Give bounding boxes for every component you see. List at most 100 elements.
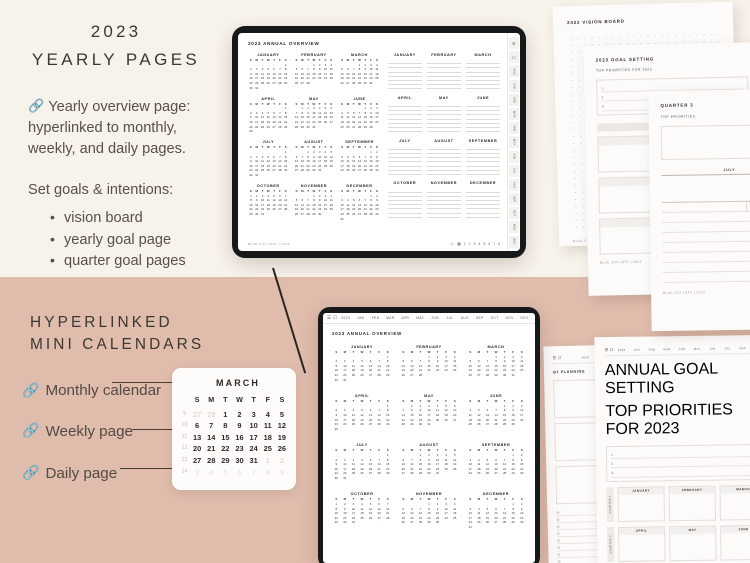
home-icon[interactable]: ☐ (610, 347, 614, 352)
month-notes-column[interactable]: APRIL (387, 96, 422, 133)
calendar-day[interactable]: · (500, 476, 509, 481)
calendar-day[interactable]: · (408, 525, 417, 530)
note-lines[interactable] (387, 146, 422, 175)
note-line[interactable] (426, 128, 461, 133)
calendar-day[interactable]: 15 (408, 413, 417, 418)
month-calendar[interactable]: DECEMBER S M T W T F S · · · · · 1 2 3 4 5 6 7 8 9 10 11 12 13 14 1… (339, 184, 380, 221)
calendar-day[interactable]: · (366, 525, 375, 530)
nav-item-apr[interactable]: APR (399, 316, 412, 320)
calendar-day[interactable]: 2 (425, 453, 434, 458)
menu-icon[interactable]: ☰ (553, 355, 557, 360)
month-day-grid[interactable]: S M T W T F S · · · · · · 1 2 3 4 5 6 7 8 9 10 11 12 13 14 15 16 17 18… (248, 146, 289, 177)
calendar-day[interactable]: 1 (416, 453, 425, 458)
calendar-day[interactable]: 15 (218, 433, 232, 442)
calendar-day[interactable]: 28 (204, 410, 218, 419)
calendar-day[interactable]: · (374, 86, 380, 91)
nav-item-jul[interactable]: JUL (721, 346, 735, 350)
mini-calendar-grid[interactable]: S M T W T F S 9 27 28 1 2 3 4 5 10 6 7 8 9 10 11 12 11 13 14 15 16 1… (179, 395, 289, 477)
note-line[interactable] (387, 214, 422, 218)
note-line[interactable] (465, 128, 500, 133)
calendar-day[interactable]: 4 (204, 468, 218, 477)
note-lines[interactable] (465, 188, 500, 218)
calendar-day[interactable]: · (475, 476, 484, 481)
tab-jun[interactable]: JUN (509, 150, 519, 163)
month-calendar[interactable]: SEPTEMBER S M T W T F S · · · · · 1 2 3 4 5 6 7 8 9 10 11 12 13 14… (339, 140, 380, 177)
calendar-day[interactable]: 30 (332, 427, 341, 432)
calendar-day[interactable]: 11 (349, 413, 358, 418)
calendar-day[interactable]: 30 (374, 212, 380, 217)
nav-item-jun[interactable]: JUN (429, 316, 442, 320)
calendar-day[interactable]: 9 (275, 468, 289, 477)
calendar-day[interactable]: 4 (261, 410, 275, 419)
calendar-day[interactable]: · (399, 453, 408, 458)
month-notes-column[interactable]: MARCH (465, 53, 500, 90)
week-number[interactable]: 14 (179, 468, 190, 477)
sheet-annual-goal-setting[interactable]: ☰☐2023JANFEBMARAPRMAYJUNJULAUGSEP ANNUAL… (594, 334, 750, 563)
month-day-grid[interactable]: S M T W T F S · · · · 1 2 3 4 5 6 7 8 9 10 11 12 13 14 15 16 17 18 19… (466, 400, 526, 431)
calendar-day[interactable]: · (450, 427, 459, 432)
calendar-day[interactable]: 3 (433, 453, 442, 458)
nav-item-oct[interactable]: OCT (488, 316, 501, 320)
week-number[interactable]: 12 (179, 444, 190, 453)
calendar-day[interactable]: · (442, 476, 451, 481)
calendar-day[interactable]: · (492, 476, 501, 481)
calendar-day[interactable]: · (349, 378, 358, 383)
tab-nov[interactable]: NOV (509, 221, 519, 234)
calendar-day[interactable]: 30 (332, 378, 341, 383)
calendar-day[interactable]: · (475, 525, 484, 530)
calendar-day[interactable]: 12 (475, 413, 484, 418)
tab-oct[interactable]: OCT (509, 207, 519, 220)
month-calendar[interactable]: APRIL S M T W T F S · · · · · · 1 2 3 4 5 6 7 8 9 10 11 12 13 14 15 1… (248, 97, 289, 134)
calendar-day[interactable]: · (328, 173, 334, 178)
week-number[interactable]: 11 (179, 433, 190, 442)
calendar-day[interactable]: 8 (261, 468, 275, 477)
calendar-day[interactable]: 15 (383, 413, 392, 418)
calendar-day[interactable]: · (500, 525, 509, 530)
calendar-day[interactable]: 16 (416, 413, 425, 418)
calendar-day[interactable]: · (375, 453, 384, 458)
nav-item-jan[interactable]: JAN (354, 316, 367, 320)
calendar-day[interactable]: 1 (383, 453, 392, 458)
month-calendar[interactable]: MAY S M T W T F S · 1 2 3 4 5 6 7 8 9 10 11 12 13 14 15 16 17 18 19… (399, 394, 459, 431)
calendar-day[interactable]: · (375, 525, 384, 530)
calendar-day[interactable]: · (349, 476, 358, 481)
priority-input-box[interactable]: 1. 2. 3. (605, 443, 750, 482)
month-calendar[interactable]: FEBRUARY S M T W T F S · · · 1 2 3 4 5 6 7 8 9 10 11 12 13 14 15 1… (294, 53, 335, 90)
calendar-day[interactable]: · (509, 525, 518, 530)
nav-item-dec[interactable]: DEC (518, 316, 531, 320)
calendar-day[interactable]: · (399, 427, 408, 432)
month-day-grid[interactable]: S M T W T F S · · 1 2 3 4 5 6 7 8 9 10 11 12 13 14 15 16 17 18 19 20… (399, 449, 459, 480)
calendar-day[interactable]: · (442, 378, 451, 383)
month-day-grid[interactable]: S M T W T F S · · · · · · 1 2 3 4 5 6 7 8 9 10 11 12 13 14 15 16 17 18… (332, 400, 392, 431)
calendar-day[interactable]: · (408, 427, 417, 432)
nav-item-feb[interactable]: FEB (645, 347, 659, 351)
calendar-day[interactable]: · (483, 453, 492, 458)
month-box[interactable]: APRIL (618, 526, 666, 562)
note-line[interactable] (465, 214, 500, 218)
calendar-day[interactable]: · (425, 525, 434, 530)
note-line[interactable] (387, 171, 422, 175)
nav-item-jan[interactable]: JAN (630, 347, 644, 351)
month-day-grid[interactable]: S M T W T F S · · · 1 2 3 4 5 6 7 8 9 10 11 12 13 14 15 16 17 18 19 2… (339, 58, 380, 91)
calendar-day[interactable]: 1 (218, 410, 232, 419)
month-write-area[interactable] (721, 533, 750, 560)
calendar-day[interactable]: · (416, 525, 425, 530)
calendar-day[interactable]: · (475, 378, 484, 383)
calendar-day[interactable]: · (383, 476, 392, 481)
calendar-day[interactable]: 6 (232, 468, 246, 477)
month-day-grid[interactable]: S M T W T F S · · · 1 2 3 4 5 6 7 8 9 10 11 12 13 14 15 16 17 18 19 2… (399, 498, 459, 529)
calendar-day[interactable]: 14 (375, 413, 384, 418)
nav-item-aug[interactable]: AUG (459, 316, 472, 320)
calendar-day[interactable]: · (332, 525, 341, 530)
page-number[interactable]: 5 (483, 242, 485, 246)
month-day-grid[interactable]: S M T W T F S · · · · · · 1 2 3 4 5 6 7 8 9 10 11 12 13 14 15 16 17 18… (248, 102, 289, 134)
calendar-day[interactable]: 13 (483, 413, 492, 418)
calendar-day[interactable]: · (332, 453, 341, 458)
month-calendar[interactable]: MARCH S M T W T F S · · · 1 2 3 4 5 6 7 8 9 10 11 12 13 14 15 16 17… (339, 53, 380, 90)
note-lines[interactable] (465, 103, 500, 133)
calendar-day[interactable]: 1 (261, 456, 275, 465)
month-calendar[interactable]: JANUARY S M T W T F S · · · · · · 1 2 3 4 5 6 7 8 9 10 11 12 13 14 1… (332, 345, 392, 382)
calendar-day[interactable]: 1 (509, 453, 518, 458)
month-calendar[interactable]: JULY S M T W T F S · · · · · · 1 2 3 4 5 6 7 8 9 10 11 12 13 14 15 16… (332, 443, 392, 480)
month-box[interactable]: JANUARY (617, 485, 665, 522)
